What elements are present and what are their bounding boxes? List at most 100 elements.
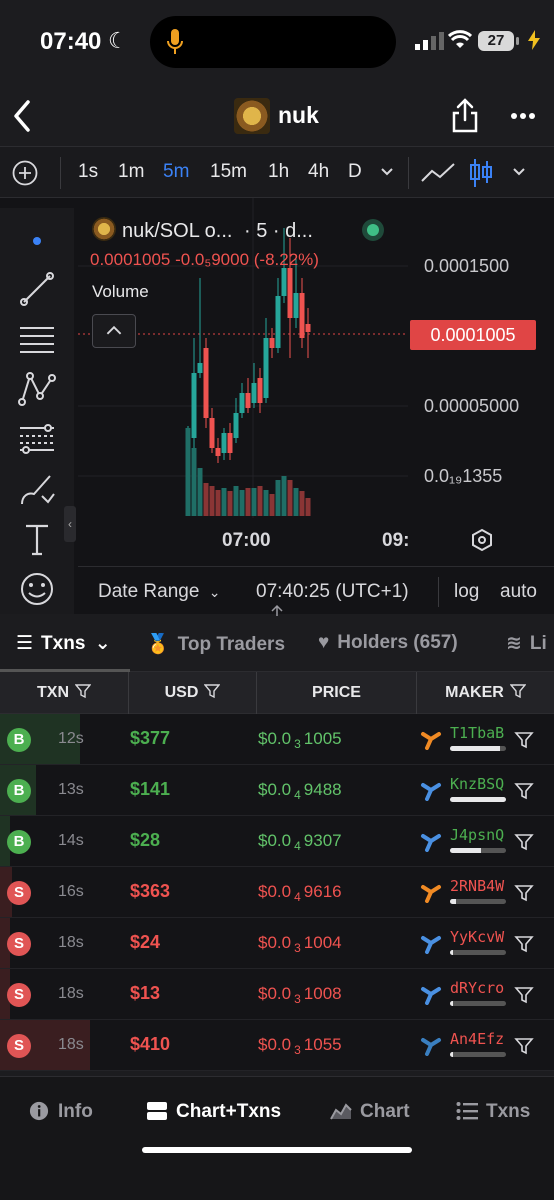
pair-name: nuk/SOL o... [122, 220, 233, 242]
candle-body [287, 268, 293, 318]
timeframe-d[interactable]: D [348, 161, 362, 183]
maker-address[interactable]: An4Efz [450, 1030, 504, 1048]
txn-age: 16s [58, 883, 84, 900]
candle-body [227, 433, 233, 453]
timeframe-1m[interactable]: 1m [118, 161, 144, 183]
txn-age: 14s [58, 832, 84, 849]
pair-meta: · 5 · d... [244, 220, 313, 242]
filter-icon[interactable] [514, 985, 534, 1005]
add-indicator-icon[interactable] [12, 160, 38, 186]
nav-label: Info [58, 1101, 93, 1122]
back-icon[interactable] [10, 98, 34, 134]
wallet-source-icon [421, 885, 441, 903]
line-chart-icon[interactable] [420, 161, 456, 185]
txn-price: $0.0 3 1008 [258, 984, 342, 1006]
table-row[interactable]: B 12s $377 $0.0 3 1005 T1TbaB [0, 714, 554, 765]
maker-address[interactable]: J4psnQ [450, 826, 504, 844]
maker-address[interactable]: 2RNB4W [450, 877, 504, 895]
filter-icon[interactable] [514, 883, 534, 903]
home-indicator [142, 1147, 412, 1153]
nav-chart[interactable]: Chart [330, 1101, 410, 1123]
dynamic-island [150, 16, 396, 68]
chevron-down-icon[interactable] [380, 167, 394, 177]
cursor-dot-icon[interactable] [18, 222, 56, 260]
date-range-selector[interactable]: Date Range ⌄ [98, 581, 220, 603]
candle-body [281, 268, 287, 296]
txn-tabs: ☰ Txns ⌄ 🏅 Top Traders ♥ Holders (657) ≋ Li [0, 616, 554, 672]
filter-icon[interactable] [514, 781, 534, 801]
timeframe-5m[interactable]: 5m [163, 161, 189, 183]
side-badge: S [7, 983, 31, 1007]
filter-icon[interactable] [204, 683, 221, 699]
filter-icon[interactable] [514, 1036, 534, 1056]
nav-info[interactable]: Info [28, 1101, 93, 1123]
emoji-icon[interactable] [18, 570, 56, 608]
filter-icon[interactable] [509, 683, 526, 699]
wallet-source-icon [421, 1038, 441, 1056]
timeframe-15m[interactable]: 15m [210, 161, 247, 183]
tab-top-traders[interactable]: 🏅 Top Traders [146, 632, 285, 656]
candlestick-icon[interactable] [468, 157, 494, 189]
nav-txns[interactable]: Txns [456, 1101, 530, 1123]
maker-address[interactable]: YyKcvW [450, 928, 504, 946]
volume-bar [287, 480, 293, 516]
table-row[interactable]: S 18s $410 $0.0 3 1055 An4Efz [0, 1020, 554, 1071]
filter-icon[interactable] [514, 832, 534, 852]
candle-body [263, 338, 269, 398]
chevron-down-icon[interactable] [512, 167, 526, 177]
more-icon[interactable] [510, 112, 536, 120]
tab-holders[interactable]: ♥ Holders (657) [318, 632, 458, 654]
side-badge: B [7, 779, 31, 803]
brush-icon[interactable] [18, 470, 56, 508]
txn-age: 18s [58, 985, 84, 1002]
time-axis-label: 09: [382, 530, 410, 551]
ohlc-readout: 0.0001005 -0.0₅9000 (-8.22%) [90, 250, 319, 269]
volume-bar [209, 486, 215, 516]
table-row[interactable]: B 13s $141 $0.0 4 9488 KnzBSQ [0, 765, 554, 816]
horizontal-lines-icon[interactable] [18, 320, 56, 358]
maker-address[interactable]: KnzBSQ [450, 775, 504, 793]
signal-icon [415, 32, 444, 50]
col-label: TXN [37, 684, 69, 701]
candle-body [239, 393, 245, 413]
maker-address[interactable]: T1TbaB [450, 724, 504, 742]
trend-line-icon[interactable] [18, 270, 56, 308]
col-usd[interactable]: USD [129, 672, 257, 714]
status-time: 07:40 [40, 28, 102, 55]
table-row[interactable]: B 14s $28 $0.0 4 9307 J4psnQ [0, 816, 554, 867]
tab-liquidity[interactable]: ≋ Li [506, 632, 547, 655]
pattern-icon[interactable] [18, 370, 56, 408]
fib-retracement-icon[interactable] [18, 420, 56, 458]
filter-icon[interactable] [75, 683, 91, 699]
chart-txns-icon [147, 1102, 167, 1120]
volume-bar [221, 488, 227, 516]
time-axis-label: 07:00 [222, 530, 271, 551]
nav-chart-txns[interactable]: Chart+Txns [146, 1101, 281, 1123]
maker-address[interactable]: dRYcro [450, 979, 504, 997]
table-row[interactable]: S 18s $13 $0.0 3 1008 dRYcro [0, 969, 554, 1020]
table-row[interactable]: S 18s $24 $0.0 3 1004 YyKcvW [0, 918, 554, 969]
tab-txns[interactable]: ☰ Txns ⌄ [16, 632, 111, 655]
col-maker[interactable]: MAKER [417, 672, 554, 714]
tab-label: Txns [41, 633, 86, 654]
share-icon[interactable] [450, 98, 480, 134]
timeframe-4h[interactable]: 4h [308, 161, 329, 183]
timeframe-1s[interactable]: 1s [78, 161, 98, 183]
filter-icon[interactable] [514, 934, 534, 954]
chart-settings-icon[interactable] [470, 528, 494, 552]
log-scale-button[interactable]: log [454, 581, 479, 603]
collapse-tools-button[interactable]: ‹ [64, 506, 76, 542]
txn-age: 18s [58, 934, 84, 951]
side-badge: B [7, 830, 31, 854]
col-txn[interactable]: TXN [0, 672, 129, 714]
table-row[interactable]: S 16s $363 $0.0 4 9616 2RNB4W [0, 867, 554, 918]
side-badge: S [7, 932, 31, 956]
col-price: PRICE [257, 672, 417, 714]
auto-scale-button[interactable]: auto [500, 581, 537, 603]
side-badge: B [7, 728, 31, 752]
filter-icon[interactable] [514, 730, 534, 750]
text-tool-icon[interactable] [18, 520, 56, 558]
timeframe-1h[interactable]: 1h [268, 161, 289, 183]
range-divider [438, 577, 439, 607]
collapse-indicators-button[interactable] [92, 314, 136, 348]
